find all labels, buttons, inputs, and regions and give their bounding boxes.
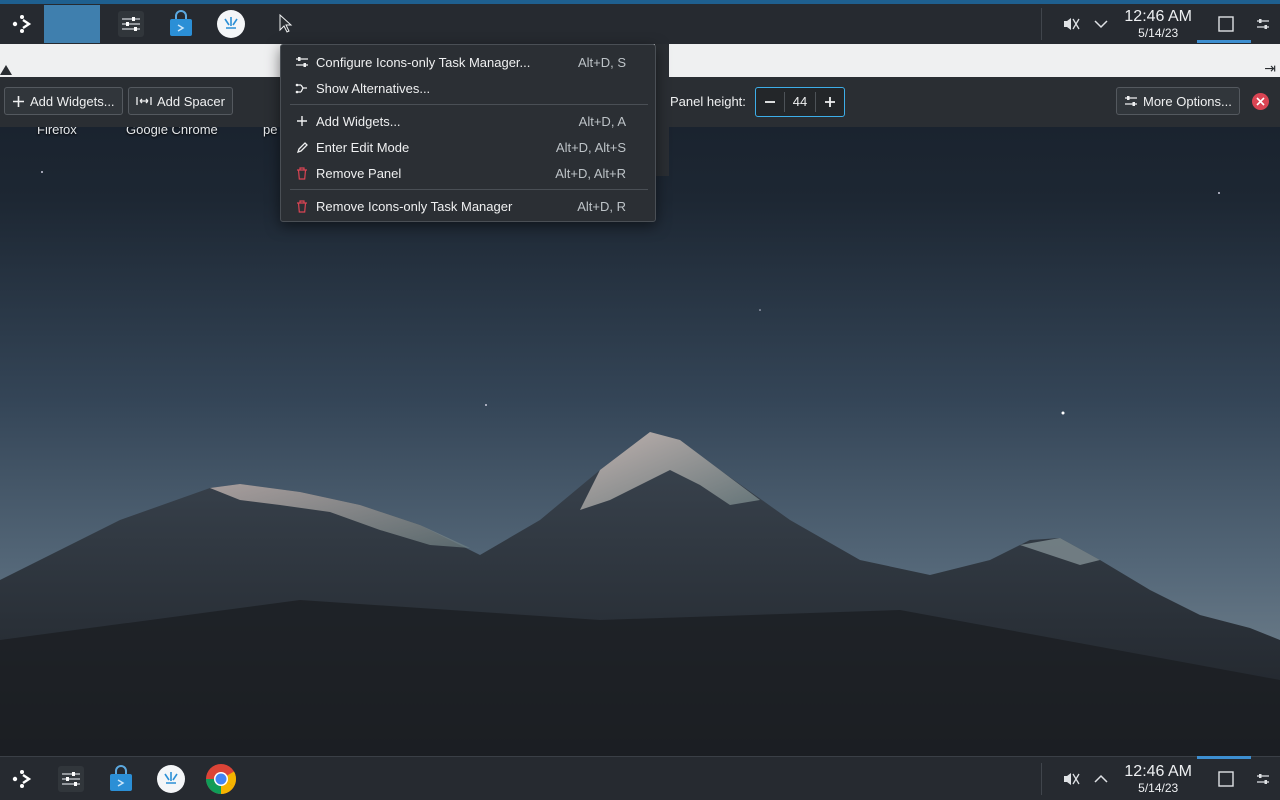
menu-shortcut: Alt+D, Alt+R — [555, 165, 626, 181]
menu-shortcut: Alt+D, Alt+S — [555, 139, 626, 155]
tray-expand-button[interactable] — [1086, 19, 1116, 29]
menu-backdrop — [655, 44, 669, 176]
ruler-right-handle-icon[interactable]: ⇥ — [1264, 60, 1276, 77]
menu-shortcut: Alt+D, A — [578, 113, 626, 129]
menu-item-show-alternatives[interactable]: Show Alternatives... — [289, 75, 649, 101]
system-tray: 12:46 AM 5/14/23 — [1041, 757, 1280, 800]
tray-separator — [1041, 763, 1043, 795]
kde-logo-icon — [157, 764, 185, 793]
muted-speaker-icon — [1064, 773, 1080, 785]
clock-time: 12:46 AM — [1124, 8, 1192, 25]
digital-clock[interactable]: 12:46 AM 5/14/23 — [1124, 763, 1192, 795]
kickoff-launcher-icon — [12, 769, 32, 788]
top-panel: 12:46 AM 5/14/23 — [0, 0, 1280, 44]
menu-label: Remove Panel — [316, 165, 402, 181]
menu-item-remove-task-manager[interactable]: Remove Icons-only Task Manager Alt+D, R — [289, 193, 649, 219]
alternatives-icon — [295, 83, 307, 93]
menu-item-add-widgets[interactable]: Add Widgets... Alt+D, A — [289, 108, 649, 134]
task-google-chrome[interactable] — [196, 759, 246, 799]
chevron-up-icon — [1094, 774, 1108, 783]
sliders-icon — [58, 765, 84, 792]
more-options-label: More Options... — [1143, 93, 1232, 109]
panel-height-spinbox[interactable]: 44 — [755, 87, 845, 117]
menu-item-configure[interactable]: Configure Icons-only Task Manager... Alt… — [289, 49, 649, 75]
configure-icon — [296, 57, 308, 67]
sliders-icon — [118, 11, 144, 37]
panel-height-label: Panel height: — [670, 94, 746, 109]
square-icon — [1218, 771, 1234, 787]
task-kde-app[interactable] — [146, 759, 196, 799]
volume-button[interactable] — [1056, 16, 1086, 32]
menu-item-enter-edit-mode[interactable]: Enter Edit Mode Alt+D, Alt+S — [289, 134, 649, 160]
decrease-height-button[interactable] — [756, 88, 784, 116]
clock-date: 5/14/23 — [1138, 781, 1179, 795]
panel-configure-button[interactable] — [1246, 18, 1280, 30]
store-bag-icon — [170, 10, 192, 36]
show-desktop-button[interactable] — [1206, 16, 1246, 32]
task-discover[interactable] — [96, 759, 146, 799]
sliders-icon — [1257, 19, 1269, 29]
tray-separator — [1041, 8, 1043, 40]
close-icon — [1256, 97, 1265, 106]
show-desktop-button[interactable] — [1206, 771, 1246, 787]
panel-configure-button[interactable] — [1246, 773, 1280, 785]
task-kde-app[interactable] — [206, 4, 256, 44]
menu-separator — [290, 104, 648, 105]
ruler-left-handle-icon[interactable] — [0, 65, 12, 75]
increase-height-button[interactable] — [816, 88, 844, 116]
chevron-down-icon — [1094, 20, 1108, 29]
plus-icon — [297, 116, 307, 126]
tray-active-indicator — [1197, 40, 1251, 43]
menu-label: Add Widgets... — [316, 113, 401, 129]
task-discover[interactable] — [156, 4, 206, 44]
task-system-settings[interactable] — [106, 4, 156, 44]
clock-time: 12:46 AM — [1124, 763, 1192, 780]
application-launcher[interactable] — [0, 2, 44, 46]
add-spacer-label: Add Spacer — [157, 93, 225, 109]
trash-icon — [297, 199, 307, 213]
add-widgets-label: Add Widgets... — [30, 93, 115, 109]
task-system-settings[interactable] — [46, 759, 96, 799]
menu-label: Remove Icons-only Task Manager — [316, 198, 513, 214]
spacer-icon — [136, 97, 152, 105]
add-spacer-button[interactable]: Add Spacer — [128, 87, 233, 115]
menu-label: Show Alternatives... — [316, 80, 431, 96]
kickoff-launcher-icon — [12, 15, 32, 33]
menu-item-remove-panel[interactable]: Remove Panel Alt+D, Alt+R — [289, 160, 649, 186]
pencil-icon — [296, 141, 308, 153]
configure-icon — [1125, 96, 1137, 106]
chrome-icon — [205, 763, 237, 794]
menu-label: Enter Edit Mode — [316, 139, 410, 155]
task-active-window[interactable] — [44, 5, 100, 43]
plus-icon — [825, 97, 835, 107]
mouse-cursor-icon — [279, 14, 293, 33]
bottom-panel: 12:46 AM 5/14/23 — [0, 756, 1280, 800]
panel-height-value[interactable]: 44 — [784, 92, 816, 112]
plus-icon — [13, 95, 24, 107]
tray-active-indicator — [1197, 756, 1251, 759]
add-widgets-button[interactable]: Add Widgets... — [4, 87, 123, 115]
digital-clock[interactable]: 12:46 AM 5/14/23 — [1124, 8, 1192, 40]
menu-label: Configure Icons-only Task Manager... — [316, 54, 531, 70]
sliders-icon — [1257, 774, 1269, 784]
trash-icon — [297, 166, 307, 180]
clock-date: 5/14/23 — [1138, 26, 1179, 40]
volume-button[interactable] — [1056, 771, 1086, 787]
close-edit-mode-button[interactable] — [1252, 93, 1269, 110]
more-options-button[interactable]: More Options... — [1116, 87, 1240, 115]
store-bag-icon — [110, 764, 132, 791]
menu-separator — [290, 189, 648, 190]
task-manager-context-menu: Configure Icons-only Task Manager... Alt… — [280, 44, 656, 222]
application-launcher[interactable] — [0, 757, 44, 800]
menu-shortcut: Alt+D, S — [577, 54, 626, 70]
square-icon — [1218, 16, 1234, 32]
kde-logo-icon — [217, 10, 245, 38]
tray-expand-button[interactable] — [1086, 774, 1116, 784]
minus-icon — [765, 101, 775, 103]
muted-speaker-icon — [1064, 18, 1080, 30]
system-tray: 12:46 AM 5/14/23 — [1041, 4, 1280, 44]
menu-shortcut: Alt+D, R — [577, 198, 626, 214]
